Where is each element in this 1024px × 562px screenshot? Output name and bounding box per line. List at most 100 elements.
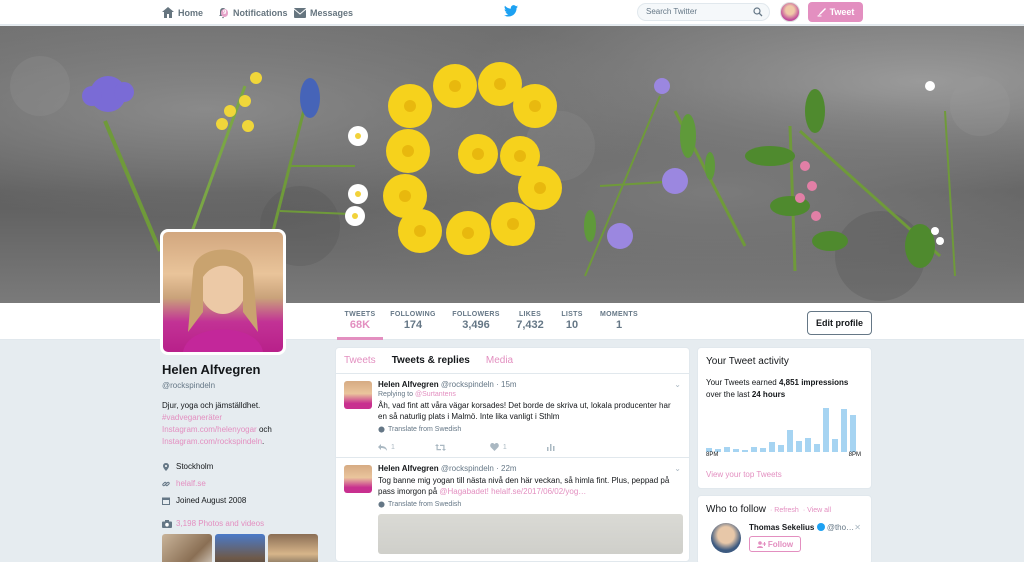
activity-bar <box>850 415 856 452</box>
who-to-follow-title: Who to follow <box>706 504 767 515</box>
tweet-header: Helen Alfvegren @rockspindeln · 22m <box>378 464 681 473</box>
analytics-action[interactable] <box>546 443 555 451</box>
search-icon[interactable] <box>753 7 763 17</box>
impressions-count: 4,851 impressions <box>778 378 849 387</box>
activity-bar <box>841 409 847 452</box>
photos-videos-link[interactable]: 3,198 Photos and videos <box>162 519 332 528</box>
suggested-user-avatar[interactable] <box>711 523 741 553</box>
add-user-icon <box>756 540 766 548</box>
link-icon <box>162 481 170 486</box>
nav-notifications[interactable]: 9 Notifications <box>217 0 288 25</box>
bio-link-instagram-1[interactable]: Instagram.com/helenyogar <box>162 425 257 434</box>
media-thumbnail[interactable] <box>162 534 212 562</box>
profile-website: helalf.se <box>162 475 332 492</box>
account-avatar[interactable] <box>780 2 800 22</box>
impressions-chart[interactable] <box>706 407 861 452</box>
bio-text: Djur, yoga och jämställdhet. <box>162 401 261 410</box>
follow-button[interactable]: Follow <box>749 536 801 552</box>
suggested-user-handle[interactable]: @tho… <box>827 523 854 532</box>
analytics-icon <box>546 444 555 451</box>
compose-tweet-button[interactable]: Tweet <box>808 2 863 22</box>
activity-bar <box>823 408 829 452</box>
stat-value: 68K <box>349 319 371 331</box>
suggested-user-name[interactable]: Thomas Sekelius <box>749 523 814 532</box>
reply-action[interactable]: 1 <box>378 443 395 451</box>
photos-count: 3,198 Photos and videos <box>176 519 265 528</box>
activity-bar <box>805 438 811 452</box>
view-all-link[interactable]: · View all <box>803 507 831 514</box>
stat-label: LISTS <box>561 311 583 318</box>
who-to-follow-header: Who to follow · Refresh · View all <box>706 504 863 515</box>
tweet-author-name[interactable]: Helen Alfvegren <box>378 380 439 389</box>
reply-to-handle[interactable]: @Surtantens <box>415 391 456 398</box>
nav-home-label: Home <box>178 7 204 18</box>
tab-tweets-and-replies[interactable]: Tweets & replies <box>384 355 478 366</box>
stat-moments[interactable]: MOMENTS 1 <box>598 303 640 340</box>
tab-tweets[interactable]: Tweets <box>336 355 384 366</box>
profile-sidebar: Helen Alfvegren @rockspindeln Djur, yoga… <box>162 362 332 562</box>
tweet-author-handle[interactable]: @rockspindeln <box>441 380 494 389</box>
profile-handle[interactable]: @rockspindeln <box>162 381 332 390</box>
timeline: Tweets Tweets & replies Media Helen Alfv… <box>335 347 690 562</box>
tweet-text: Åh, vad fint att våra vägar korsades! De… <box>378 401 671 421</box>
activity-text-a: Your Tweets earned <box>706 378 779 387</box>
tweet-avatar[interactable] <box>344 465 372 493</box>
tweet-timestamp[interactable]: · 15m <box>496 380 516 389</box>
translate-text: Translate from Swedish <box>388 501 462 508</box>
view-top-tweets-link[interactable]: View your top Tweets <box>706 470 863 479</box>
activity-bar <box>787 430 793 452</box>
url-link[interactable]: helalf.se/2017/06/02/yog… <box>489 487 586 496</box>
reply-count: 1 <box>391 443 395 451</box>
tweet-author-handle[interactable]: @rockspindeln <box>441 464 494 473</box>
tweet-media[interactable] <box>378 514 683 554</box>
stat-tweets[interactable]: TWEETS 68K <box>337 303 383 340</box>
joined-text: Joined August 2008 <box>176 496 247 505</box>
suggested-user-name-row: Thomas Sekelius @tho… <box>749 523 854 532</box>
stat-label: MOMENTS <box>600 311 638 318</box>
tweet-avatar[interactable] <box>344 381 372 409</box>
media-thumbnail[interactable] <box>268 534 318 562</box>
stat-label: FOLLOWERS <box>452 311 500 318</box>
tweet-timestamp[interactable]: · 22m <box>496 464 516 473</box>
stat-likes[interactable]: LIKES 7,432 <box>512 303 548 340</box>
stat-label: LIKES <box>518 311 542 318</box>
location-text: Stockholm <box>176 462 214 471</box>
refresh-link[interactable]: · Refresh <box>770 507 799 514</box>
nav-messages[interactable]: Messages <box>294 0 353 25</box>
profile-banner <box>0 26 1024 303</box>
tweet-item[interactable]: Helen Alfvegren @rockspindeln · 15m ⌄ Re… <box>336 374 689 458</box>
home-icon <box>162 7 174 18</box>
tab-media[interactable]: Media <box>478 355 521 366</box>
translate-link[interactable]: Translate from Swedish <box>378 426 681 433</box>
translate-link[interactable]: Translate from Swedish <box>378 501 681 508</box>
media-thumbnail[interactable] <box>215 534 265 562</box>
bio-link-instagram-2[interactable]: Instagram.com/rockspindeln <box>162 437 262 446</box>
profile-name[interactable]: Helen Alfvegren <box>162 362 332 377</box>
stat-following[interactable]: FOLLOWING 174 <box>388 303 438 340</box>
tweet-author-name[interactable]: Helen Alfvegren <box>378 464 439 473</box>
search-input[interactable]: Search Twitter <box>637 3 770 21</box>
mention-link[interactable]: @Hagabadet! <box>439 487 489 496</box>
activity-bar <box>769 442 775 452</box>
chevron-down-icon[interactable]: ⌄ <box>674 464 681 473</box>
stat-lists[interactable]: LISTS 10 <box>558 303 586 340</box>
tweet-actions: 1 1 <box>378 443 681 451</box>
like-action[interactable]: 1 <box>490 443 507 451</box>
location-pin-icon <box>163 462 169 471</box>
nav-home[interactable]: Home <box>162 0 203 25</box>
bell-icon: 9 <box>217 7 229 19</box>
edit-profile-button[interactable]: Edit profile <box>807 311 872 335</box>
axis-end-label: 8PM <box>848 452 861 458</box>
website-link[interactable]: helalf.se <box>176 479 206 488</box>
profile-bio: Djur, yoga och jämställdhet. #vadveganer… <box>162 400 332 448</box>
bio-hashtag[interactable]: #vadveganeräter <box>162 413 222 422</box>
stat-label: TWEETS <box>344 311 376 318</box>
twitter-bird-icon[interactable] <box>504 5 518 17</box>
tweet-item[interactable]: Helen Alfvegren @rockspindeln · 22m ⌄ To… <box>336 458 689 560</box>
profile-joined: Joined August 2008 <box>162 492 332 509</box>
stat-followers[interactable]: FOLLOWERS 3,496 <box>450 303 502 340</box>
chevron-down-icon[interactable]: ⌄ <box>674 380 681 389</box>
close-icon[interactable]: ✕ <box>854 523 861 532</box>
retweet-action[interactable] <box>434 443 450 451</box>
profile-avatar[interactable] <box>160 229 286 355</box>
